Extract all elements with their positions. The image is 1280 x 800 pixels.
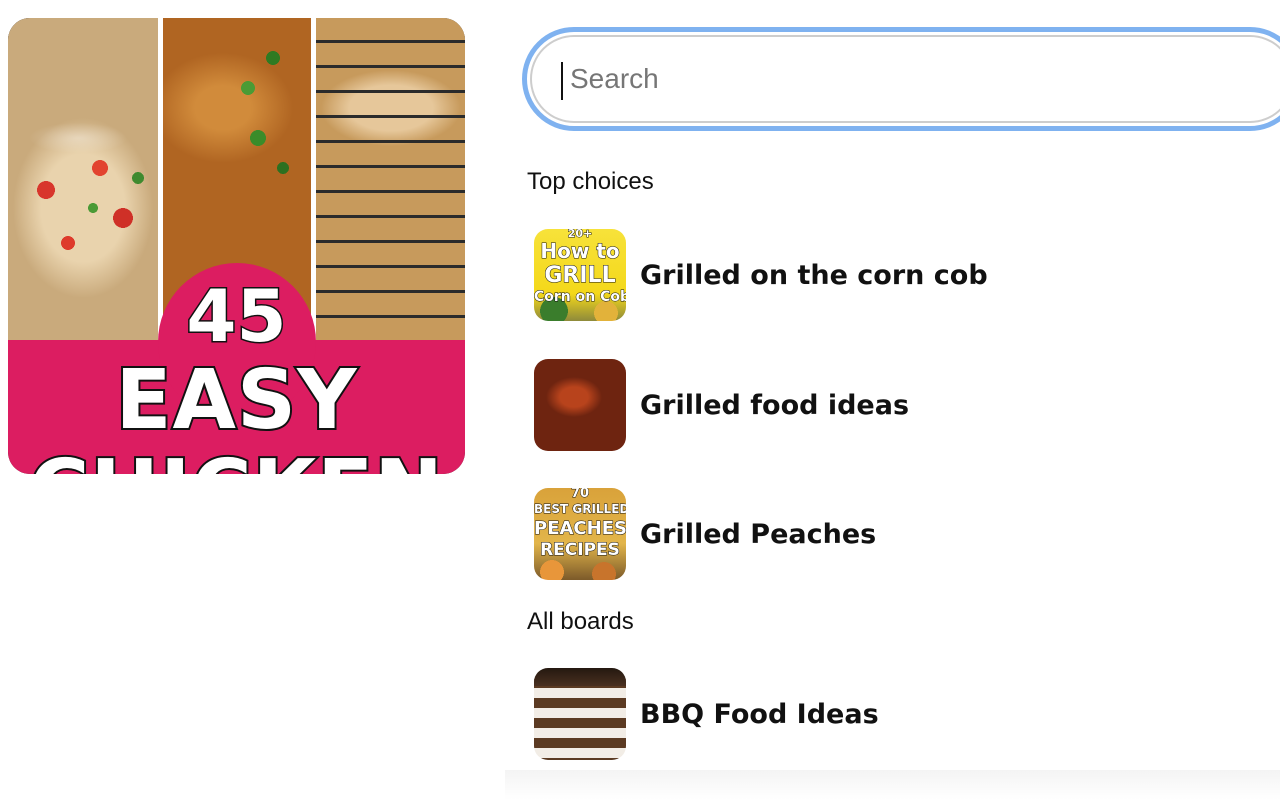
text-caret	[561, 62, 563, 100]
board-option-grilled-food-ideas[interactable]: Grilled food ideas	[534, 359, 1254, 451]
board-search-field[interactable]	[530, 35, 1280, 123]
board-name: BBQ Food Ideas	[640, 698, 879, 730]
pin-title-line1: EASY	[114, 353, 359, 448]
thumb-caption: Corn on Cob	[534, 289, 626, 305]
pin-title-line2: CHICKEN	[8, 444, 465, 475]
thumb-caption: RECIPES	[540, 540, 621, 560]
board-name: Grilled Peaches	[640, 518, 877, 550]
top-choices-heading: Top choices	[527, 168, 654, 195]
board-search-input[interactable]	[568, 62, 1168, 96]
pin-title-number: 45	[185, 274, 288, 358]
thumb-caption: BEST GRILLED	[534, 502, 626, 516]
all-boards-heading: All boards	[527, 608, 634, 635]
board-thumbnail: 20+ How to GRILL Corn on Cob	[534, 229, 626, 321]
board-thumbnail: 70 BEST GRILLED PEACHES RECIPES	[534, 488, 626, 580]
thumb-caption: How to	[540, 239, 620, 263]
board-search-box[interactable]	[522, 27, 1280, 131]
thumb-caption: 70	[570, 488, 590, 501]
board-thumbnail	[534, 359, 626, 451]
pin-preview-image: 45 EASY CHICKEN	[8, 18, 465, 474]
board-thumbnail	[534, 668, 626, 760]
board-name: Grilled on the corn cob	[640, 259, 988, 291]
thumb-caption: PEACHES	[534, 518, 626, 539]
board-option-bbq-food-ideas[interactable]: BBQ Food Ideas	[534, 668, 1254, 760]
thumb-caption: GRILL	[544, 263, 616, 288]
board-option-grilled-corn[interactable]: 20+ How to GRILL Corn on Cob Grilled on …	[534, 229, 1254, 321]
list-scroll-shadow	[505, 770, 1280, 800]
board-option-grilled-peaches[interactable]: 70 BEST GRILLED PEACHES RECIPES Grilled …	[534, 488, 1254, 580]
board-name: Grilled food ideas	[640, 389, 910, 421]
